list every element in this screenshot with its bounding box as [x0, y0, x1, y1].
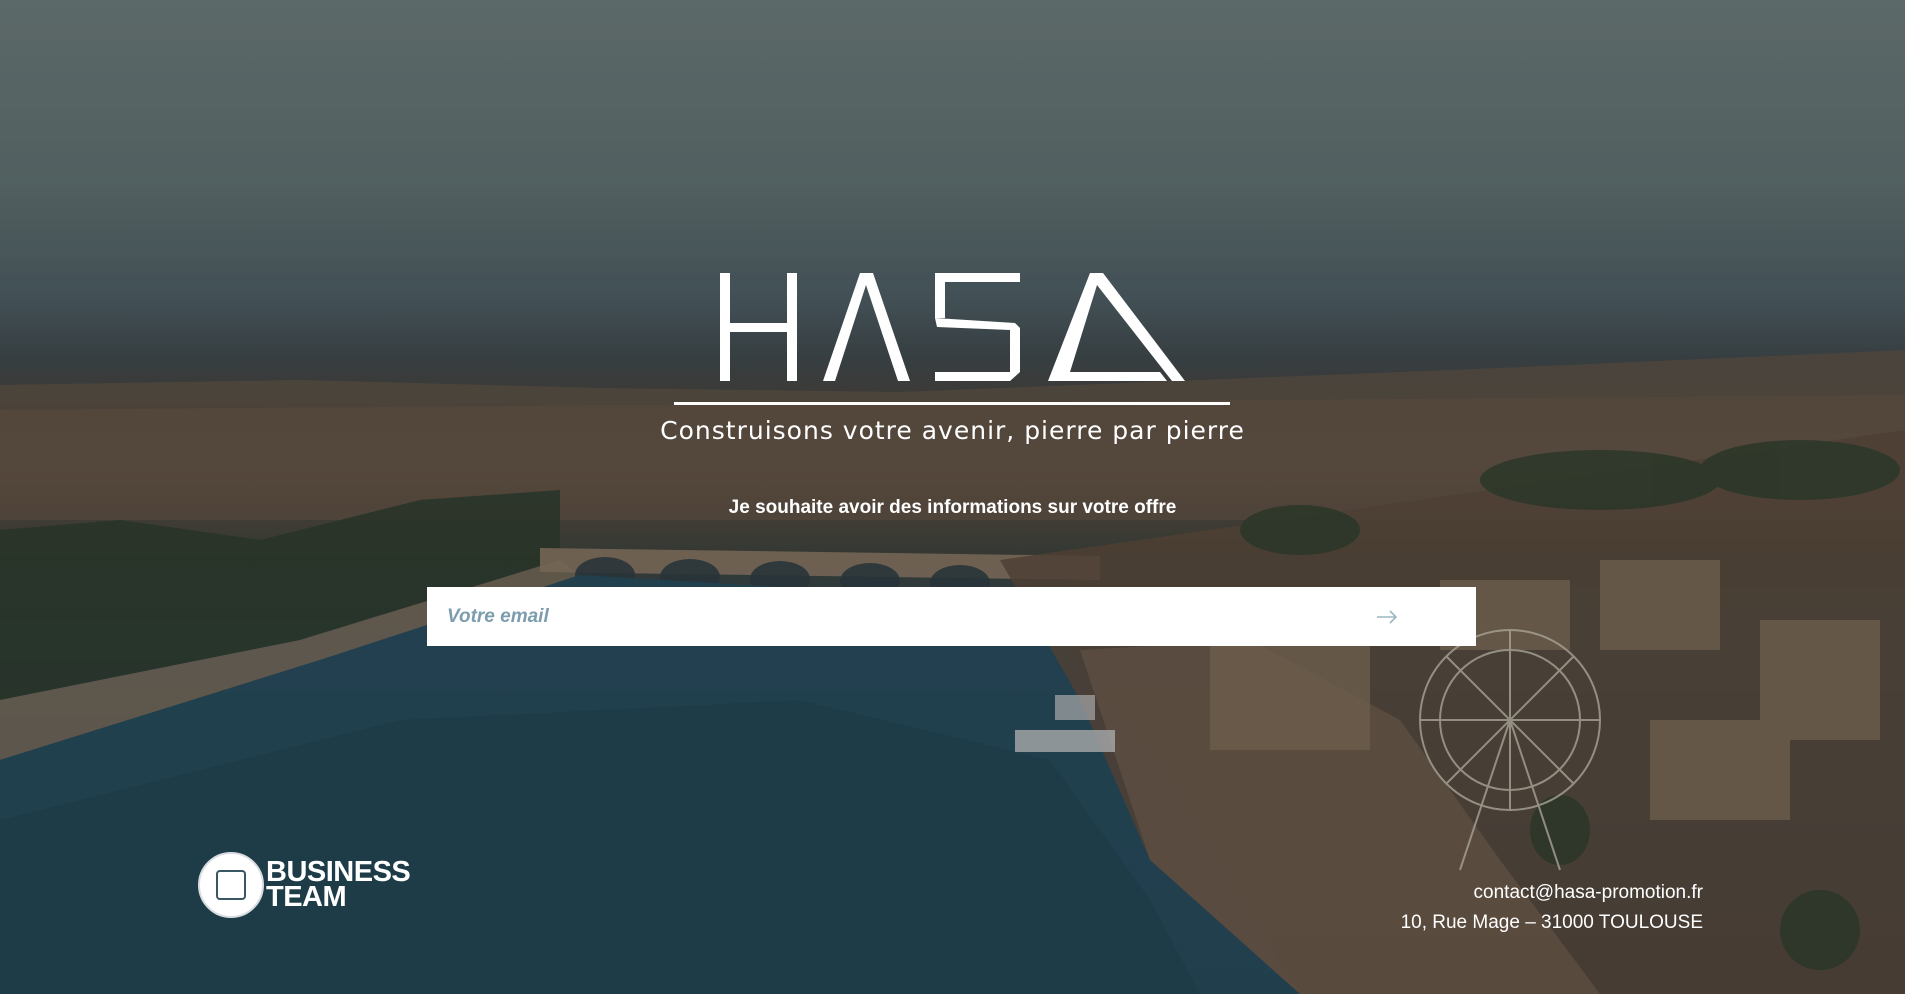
logo-underline [674, 402, 1230, 405]
arrow-right-icon [1376, 609, 1398, 624]
landing-page: Construisons votre avenir, pierre par pi… [0, 0, 1905, 994]
email-input[interactable] [427, 587, 1376, 646]
submit-button[interactable] [1376, 587, 1476, 646]
tfc-badge-icon [198, 852, 264, 918]
business-team-logo: BUSINESS TEAM [198, 850, 411, 920]
business-team-name: BUSINESS TEAM [266, 858, 411, 913]
tagline: Construisons votre avenir, pierre par pi… [660, 416, 1245, 445]
hasa-logo [720, 273, 1185, 381]
contact-address: 10, Rue Mage – 31000 TOULOUSE [1400, 912, 1703, 933]
business-team-line2: TEAM [266, 881, 347, 913]
email-signup-form [427, 587, 1476, 646]
contact-email-link[interactable]: contact@hasa-promotion.fr [1474, 882, 1703, 903]
contact-block: contact@hasa-promotion.fr 10, Rue Mage –… [1401, 878, 1703, 938]
offer-prompt: Je souhaite avoir des informations sur v… [728, 497, 1177, 518]
